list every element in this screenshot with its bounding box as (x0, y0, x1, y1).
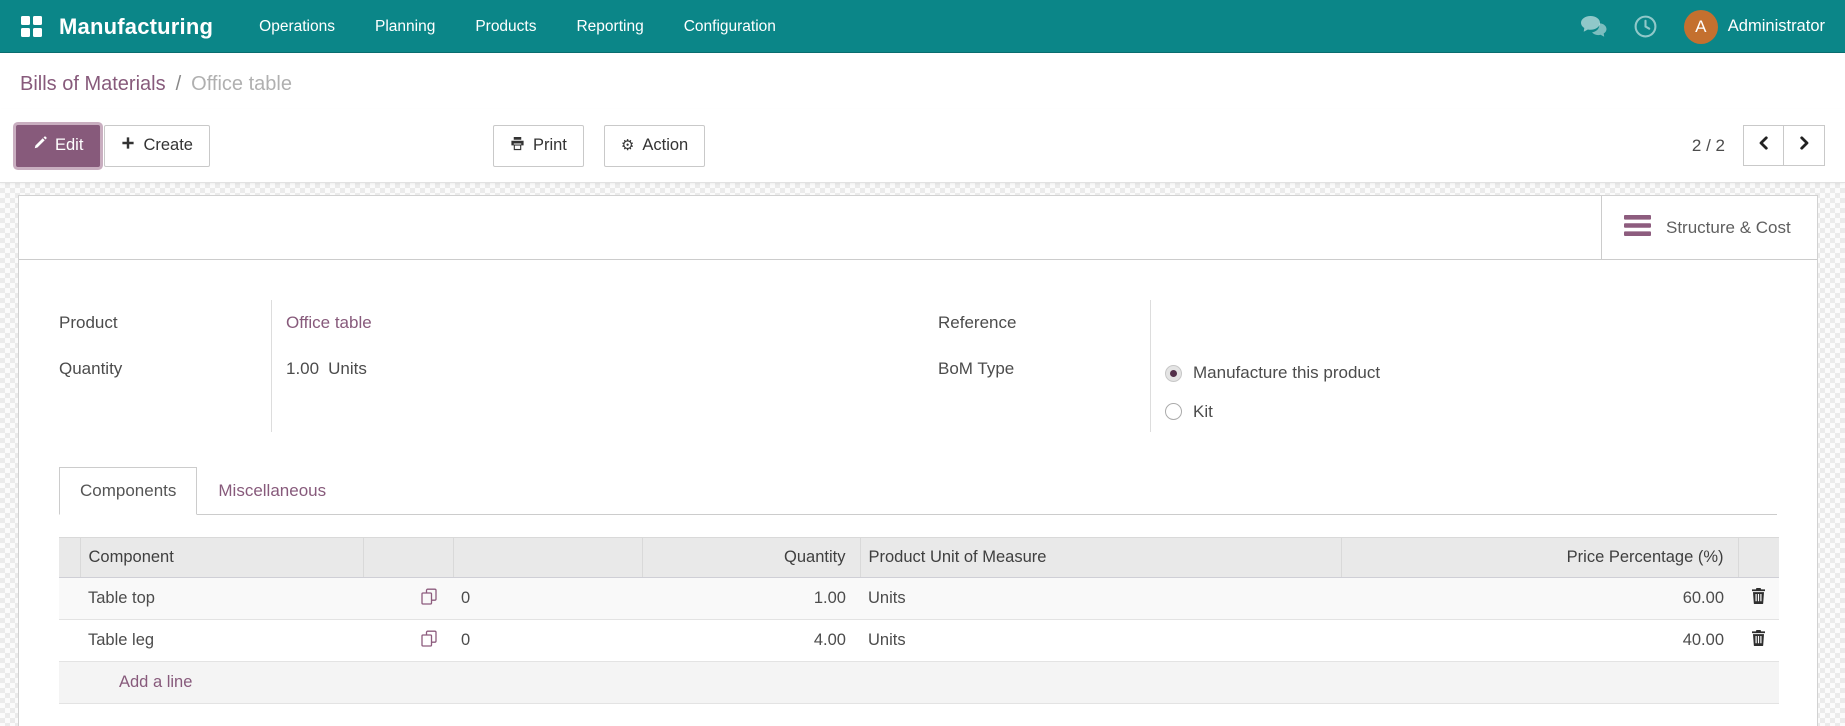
breadcrumb-current: Office table (191, 72, 292, 95)
form-group-right: Reference BoM Type Manufacture this prod… (938, 300, 1777, 432)
radio-unselected-icon[interactable] (1165, 403, 1182, 420)
breadcrumb-separator: / (175, 72, 182, 95)
menu-products[interactable]: Products (475, 18, 536, 36)
tab-components[interactable]: Components (59, 467, 198, 515)
table-row[interactable]: Table top 0 1.00 Units 60.00 (59, 577, 1779, 620)
component-cell[interactable]: Table leg (80, 619, 363, 662)
breadcrumb-parent-link[interactable]: Bills of Materials (20, 73, 166, 96)
structure-cost-button[interactable]: Structure & Cost (1601, 196, 1817, 259)
pager-next-button[interactable] (1784, 125, 1825, 166)
gear-icon: ⚙ (620, 137, 635, 154)
uom-cell[interactable]: Units (860, 619, 1341, 662)
menu-planning[interactable]: Planning (375, 18, 435, 36)
product-label: Product (59, 313, 118, 332)
reference-value[interactable] (1165, 300, 1777, 346)
pager: 2 / 2 (1692, 125, 1825, 166)
plus-icon (121, 136, 135, 155)
menu-operations[interactable]: Operations (259, 18, 335, 36)
bom-type-option-kit[interactable]: Kit (1165, 394, 1777, 429)
chevron-right-icon (1796, 135, 1812, 156)
edit-button[interactable]: Edit (16, 124, 101, 167)
uom-column-header[interactable]: Product Unit of Measure (860, 537, 1342, 578)
create-button[interactable]: Create (104, 124, 210, 167)
bom-type-option-manufacture[interactable]: Manufacture this product (1165, 352, 1777, 394)
trash-icon (1751, 588, 1766, 609)
forecast-count: 0 (453, 619, 642, 662)
copy-pages-icon[interactable] (363, 619, 453, 662)
bom-type-label: BoM Type (938, 359, 1015, 378)
avatar: A (1683, 9, 1718, 44)
menu-configuration[interactable]: Configuration (684, 18, 776, 36)
components-table: Component Quantity Product Unit of Measu… (59, 537, 1779, 704)
structure-cost-label: Structure & Cost (1666, 217, 1791, 237)
form-sheet: Structure & Cost Product Quantity Office… (18, 195, 1818, 726)
quantity-value: 1.00 Units (286, 359, 367, 378)
main-menu: Operations Planning Products Reporting C… (259, 18, 776, 36)
forecast-column-header (363, 537, 454, 578)
pager-count: 2 / 2 (1691, 135, 1725, 155)
forecast-count: 0 (453, 577, 642, 620)
price-column-header[interactable]: Price Percentage (%) (1341, 537, 1739, 578)
table-row[interactable]: Table leg 0 4.00 Units 40.00 (59, 619, 1779, 662)
component-column-header[interactable]: Component (80, 537, 364, 578)
button-box: Structure & Cost (19, 196, 1817, 260)
quantity-uom: Units (328, 359, 367, 378)
uom-cell[interactable]: Units (860, 577, 1341, 620)
add-line-link[interactable]: Add a line (59, 661, 1779, 704)
form-group-left: Product Quantity Office table 1.00 Units (59, 300, 898, 432)
print-button[interactable]: Print (492, 124, 584, 167)
pencil-icon (33, 136, 47, 155)
table-header-row: Component Quantity Product Unit of Measu… (59, 537, 1779, 578)
content-area: Structure & Cost Product Quantity Office… (0, 183, 1845, 726)
messages-icon[interactable] (1580, 15, 1607, 38)
app-window: Manufacturing Operations Planning Produc… (0, 0, 1845, 726)
count-column-header (453, 537, 643, 578)
quantity-cell[interactable]: 1.00 (642, 577, 860, 620)
notebook-tabs: Components Miscellaneous (59, 466, 1777, 515)
quantity-label: Quantity (59, 359, 123, 378)
delete-row-button[interactable] (1751, 630, 1766, 651)
trash-column-header (1738, 537, 1779, 578)
price-cell[interactable]: 60.00 (1341, 577, 1738, 620)
row-handle[interactable] (59, 619, 80, 662)
breadcrumb: Bills of Materials / Office table (0, 53, 1845, 109)
radio-selected-icon[interactable] (1165, 364, 1182, 382)
tab-miscellaneous[interactable]: Miscellaneous (197, 467, 347, 515)
handle-column-header (59, 537, 81, 578)
add-line-row[interactable]: Add a line (59, 661, 1779, 704)
menu-reporting[interactable]: Reporting (576, 18, 643, 36)
chevron-left-icon (1756, 135, 1772, 156)
report-list-icon (1624, 214, 1651, 241)
user-name: Administrator (1727, 17, 1825, 35)
pager-previous-button[interactable] (1743, 125, 1784, 166)
form-fields: Product Quantity Office table 1.00 Units… (19, 260, 1817, 432)
delete-row-button[interactable] (1751, 588, 1766, 609)
control-panel: Edit Create Print ⚙ Action 2 / 2 (0, 109, 1845, 183)
product-value-link[interactable]: Office table (286, 300, 898, 346)
copy-pages-icon[interactable] (363, 577, 453, 620)
reference-label: Reference (938, 313, 1017, 332)
printer-icon (510, 136, 525, 156)
component-cell[interactable]: Table top (80, 577, 363, 620)
action-button[interactable]: ⚙ Action (603, 124, 706, 167)
row-handle[interactable] (59, 577, 80, 620)
apps-grid-icon[interactable] (20, 15, 43, 38)
trash-icon (1751, 630, 1766, 651)
top-navbar: Manufacturing Operations Planning Produc… (0, 0, 1845, 53)
quantity-cell[interactable]: 4.00 (642, 619, 860, 662)
user-menu[interactable]: A Administrator (1683, 9, 1825, 44)
quantity-column-header[interactable]: Quantity (642, 537, 861, 578)
app-name[interactable]: Manufacturing (59, 14, 213, 40)
activities-clock-icon[interactable] (1633, 14, 1658, 39)
price-cell[interactable]: 40.00 (1341, 619, 1738, 662)
